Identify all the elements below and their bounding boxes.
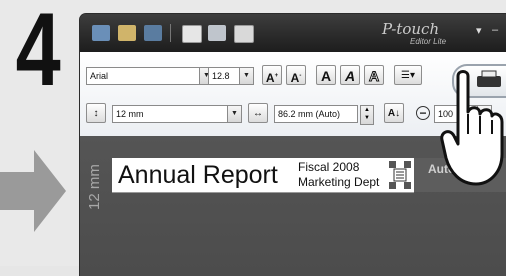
label-line-1[interactable]: Fiscal 2008 [298,160,359,174]
app-logo: P-touch Editor Lite [382,20,472,48]
tape-width-value: 12 mm [116,109,144,119]
tape-width-select[interactable]: 12 mm ▼ [112,105,242,123]
pointer-arrow-icon [0,150,66,232]
zoom-out-icon[interactable]: − [416,106,430,120]
chevron-down-icon[interactable]: ▼ [227,106,241,122]
instruction-step-panel: 4 P-touch Editor Lite ▾ – Arial ▼ 12.8 ▼… [0,0,506,276]
label-line-2[interactable]: Marketing Dept [298,175,379,189]
font-size-value: 12.8 [212,71,230,81]
font-size-select[interactable]: 12.8 ▼ [208,67,254,85]
new-label-icon[interactable] [92,25,110,41]
label-length-value: 86.2 mm (Auto) [278,109,341,119]
label-length-stepper[interactable]: ▲ ▼ [360,105,374,125]
label-preview[interactable]: Annual Report Fiscal 2008 Marketing Dept [112,158,414,192]
save-icon[interactable] [144,25,162,41]
pointing-hand-icon [440,70,504,186]
font-name-value: Arial [90,71,109,81]
insert-image-icon[interactable] [234,25,254,43]
insert-text-icon[interactable] [182,25,202,43]
insert-frame-icon[interactable] [208,25,226,41]
step-number: 4 [15,0,61,108]
font-shrink-button[interactable]: A- [286,65,306,85]
menu-dropdown-icon[interactable]: ▾ [476,24,482,37]
minimize-icon[interactable]: – [492,24,498,36]
bold-button[interactable]: A [316,65,336,85]
app-brand: P-touch [382,20,440,38]
tape-width-icon: ↕ [86,103,106,123]
vertical-text-button[interactable]: A↓ [384,103,404,123]
label-title-text[interactable]: Annual Report [118,161,278,190]
open-folder-icon[interactable] [118,25,136,41]
toolbar-separator [170,24,171,42]
font-name-select[interactable]: Arial ▼ [86,67,214,85]
chevron-down-icon[interactable]: ▼ [239,68,253,84]
label-length-field[interactable]: 86.2 mm (Auto) [274,105,358,123]
title-bar: P-touch Editor Lite ▾ – [80,14,506,52]
tape-width-ruler-label: 12 mm [86,164,103,210]
italic-button[interactable]: A [340,65,360,85]
outline-button[interactable]: A [364,65,384,85]
font-grow-button[interactable]: A+ [262,65,282,85]
label-length-icon: ↔ [248,103,268,123]
text-align-handle-icon[interactable] [388,160,412,190]
app-edition: Editor Lite [410,37,447,46]
text-align-button[interactable]: ☰▾ [394,65,422,85]
